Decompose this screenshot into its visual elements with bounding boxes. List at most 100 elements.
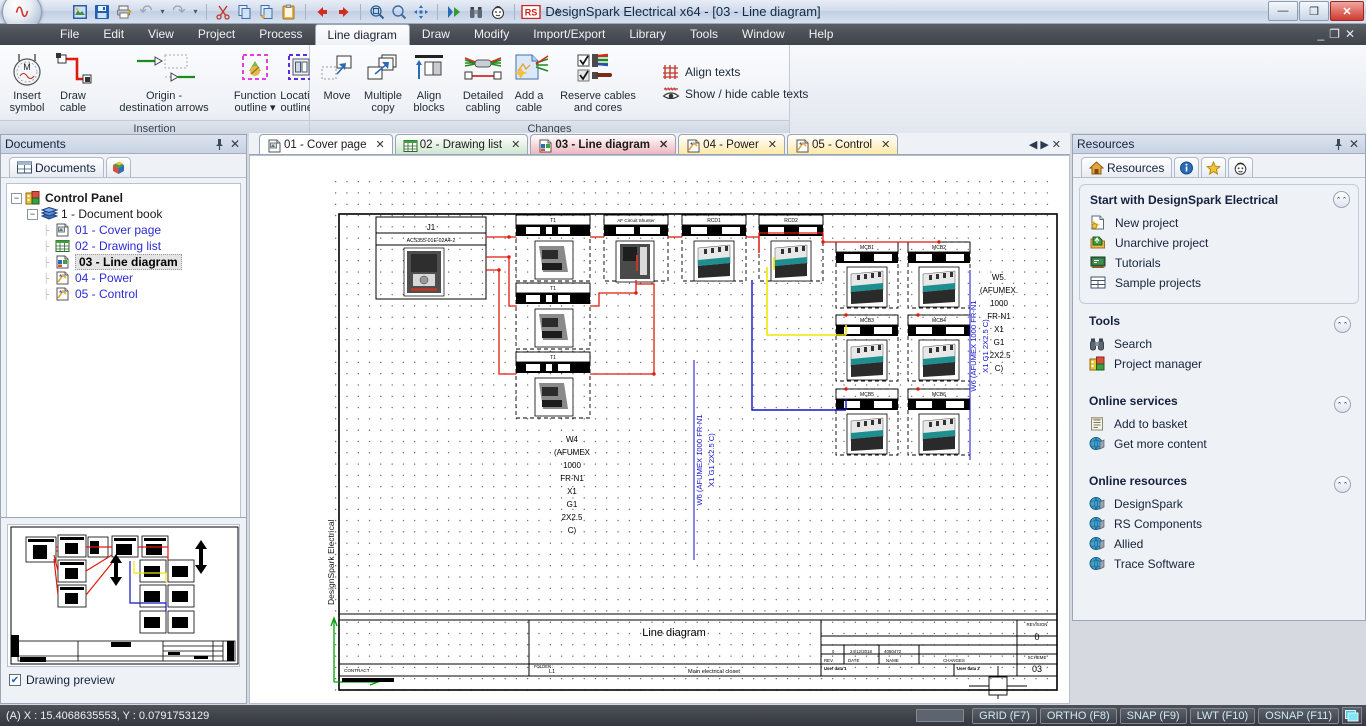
zoom-window-icon[interactable] xyxy=(367,2,387,22)
menu-item-modify[interactable]: Modify xyxy=(462,24,521,45)
menu-item-window[interactable]: Window xyxy=(730,24,797,45)
save-icon[interactable] xyxy=(92,2,112,22)
close-icon[interactable]: ✕ xyxy=(1347,137,1361,151)
status-button-ortho-f8-[interactable]: ORTHO (F8) xyxy=(1039,707,1117,724)
tab-info[interactable] xyxy=(1174,157,1200,177)
menu-item-line-diagram[interactable]: Line diagram xyxy=(314,24,410,45)
drawing-preview-thumbnail[interactable] xyxy=(7,524,240,667)
resources-item-sample-projects[interactable]: Sample projects xyxy=(1090,273,1348,293)
tabs-next-button[interactable]: ▶ xyxy=(1040,139,1051,151)
show-hide-cable-texts-button[interactable]: Show / hide cable texts xyxy=(656,83,814,105)
zoom-icon[interactable] xyxy=(389,2,409,22)
copy-special-icon[interactable] xyxy=(257,2,277,22)
menu-item-import-export[interactable]: Import/Export xyxy=(521,24,617,45)
redo-icon[interactable]: ↷ xyxy=(169,2,189,22)
resources-item-trace-software[interactable]: Trace Software xyxy=(1089,554,1349,574)
resources-item-project-manager[interactable]: Project manager xyxy=(1089,354,1349,374)
display-settings-icon[interactable] xyxy=(1342,707,1362,724)
menu-item-library[interactable]: Library xyxy=(617,24,678,45)
close-button[interactable]: ✕ xyxy=(1330,1,1364,21)
close-icon[interactable]: ✕ xyxy=(768,138,777,151)
resources-item-rs-components[interactable]: RS Components xyxy=(1089,514,1349,534)
tree-item-01-cover-page[interactable]: ├ 01 - Cover page xyxy=(11,222,236,238)
chevron-up-icon[interactable]: ⌃⌃ xyxy=(1334,476,1351,493)
menu-item-help[interactable]: Help xyxy=(797,24,846,45)
undo-icon[interactable]: ↶ xyxy=(136,2,156,22)
rs-logo-icon[interactable]: RS xyxy=(521,2,541,22)
copy-icon[interactable] xyxy=(235,2,255,22)
chevron-up-icon[interactable]: ⌃⌃ xyxy=(1334,396,1351,413)
previous-icon[interactable] xyxy=(312,2,332,22)
application-menu-button[interactable] xyxy=(0,0,46,32)
tab-support[interactable] xyxy=(1228,157,1254,177)
origin-destination-arrows-button[interactable]: Origin - destination arrows xyxy=(104,48,224,116)
tab-favorites[interactable] xyxy=(1201,157,1227,177)
add-a-cable-button[interactable]: Add a cable xyxy=(506,48,552,116)
search-binoculars-icon[interactable] xyxy=(466,2,486,22)
new-document-icon[interactable] xyxy=(70,2,90,22)
close-icon[interactable]: ✕ xyxy=(228,137,242,151)
menu-item-edit[interactable]: Edit xyxy=(91,24,136,45)
reserve-cables-and-cores-button[interactable]: Reserve cables and cores xyxy=(552,48,644,116)
close-icon[interactable]: ✕ xyxy=(881,138,890,151)
redo-dropdown-icon[interactable]: ▾ xyxy=(191,7,200,16)
tree-item-02-drawing-list[interactable]: ├ 02 - Drawing list xyxy=(11,238,236,254)
menu-item-process[interactable]: Process xyxy=(247,24,314,45)
document-tab-05-control[interactable]: 05 - Control ✕ xyxy=(787,134,899,154)
tree-expander-icon[interactable]: − xyxy=(11,192,22,204)
minimize-button[interactable]: — xyxy=(1268,1,1298,21)
resources-item-search[interactable]: Search xyxy=(1089,334,1349,354)
tree-item-control-panel[interactable]: − Control Panel xyxy=(11,190,236,206)
menu-item-project[interactable]: Project xyxy=(186,24,247,45)
drawing-preview-checkbox[interactable]: ✔ xyxy=(9,674,21,686)
menu-item-file[interactable]: File xyxy=(48,24,91,45)
resources-item-unarchive-project[interactable]: Unarchive project xyxy=(1090,233,1348,253)
run-icon[interactable] xyxy=(444,2,464,22)
chevron-up-icon[interactable]: ⌃⌃ xyxy=(1333,191,1350,208)
resources-item-get-more-content[interactable]: Get more content xyxy=(1089,434,1349,454)
resources-item-new-project[interactable]: New project xyxy=(1090,213,1348,233)
tree-item-04-power[interactable]: ├ 04 - Power xyxy=(11,270,236,286)
align-texts-button[interactable]: Align texts xyxy=(656,61,814,83)
tab-resources[interactable]: Resources xyxy=(1081,157,1173,177)
draw-cable-button[interactable]: Draw cable xyxy=(50,48,96,116)
help-icon[interactable] xyxy=(488,2,508,22)
multiple-copy-button[interactable]: Multiple copy xyxy=(360,48,406,116)
pin-icon[interactable] xyxy=(214,138,228,151)
customize-qat-icon[interactable]: ⩓ xyxy=(553,5,562,18)
resources-item-allied[interactable]: Allied xyxy=(1089,534,1349,554)
status-button-osnap-f11-[interactable]: OSNAP (F11) xyxy=(1258,707,1339,724)
resources-item-tutorials[interactable]: Tutorials xyxy=(1090,253,1348,273)
detailed-cabling-button[interactable]: Detailed cabling xyxy=(460,48,506,116)
paste-icon[interactable] xyxy=(279,2,299,22)
resources-item-designspark[interactable]: DesignSpark xyxy=(1089,494,1349,514)
close-icon[interactable]: ✕ xyxy=(375,138,384,151)
close-icon[interactable]: ✕ xyxy=(511,138,520,151)
document-tab-02-drawing-list[interactable]: 02 - Drawing list ✕ xyxy=(394,134,529,154)
chevron-up-icon[interactable]: ⌃⌃ xyxy=(1334,316,1351,333)
pan-icon[interactable] xyxy=(411,2,431,22)
zoom-slider[interactable] xyxy=(916,709,965,722)
tree-item-03-line-diagram[interactable]: ├ 03 - Line diagram xyxy=(11,254,236,270)
close-icon[interactable]: ✕ xyxy=(659,138,668,151)
menu-item-view[interactable]: View xyxy=(136,24,186,45)
tab-documents[interactable]: Documents xyxy=(9,157,104,177)
tabs-close-button[interactable]: ✕ xyxy=(1052,139,1064,151)
move-button[interactable]: Move xyxy=(314,48,360,104)
align-blocks-button[interactable]: Align blocks xyxy=(406,48,452,116)
function-outline-button[interactable]: Function outline ▾ xyxy=(232,48,278,116)
print-icon[interactable] xyxy=(114,2,134,22)
menu-item-tools[interactable]: Tools xyxy=(678,24,730,45)
document-tab-01-cover-page[interactable]: 01 - Cover page ✕ xyxy=(259,134,393,154)
insert-symbol-button[interactable]: M Insert symbol xyxy=(4,48,50,116)
cut-icon[interactable] xyxy=(213,2,233,22)
mdi-close-button[interactable]: ✕ xyxy=(1345,27,1360,41)
tree-expander-icon[interactable]: − xyxy=(27,208,38,220)
document-tab-03-line-diagram[interactable]: 03 - Line diagram ✕ xyxy=(530,134,677,154)
pin-icon[interactable] xyxy=(1333,138,1347,151)
tabs-prev-button[interactable]: ◀ xyxy=(1029,139,1040,151)
mdi-minimize-button[interactable]: _ xyxy=(1317,27,1329,41)
drawing-canvas[interactable]: DesignSpark Electrical J1 ACS355-01E-02A… xyxy=(249,155,1070,704)
status-button-grid-f7-[interactable]: GRID (F7) xyxy=(972,707,1037,724)
menu-item-draw[interactable]: Draw xyxy=(410,24,462,45)
